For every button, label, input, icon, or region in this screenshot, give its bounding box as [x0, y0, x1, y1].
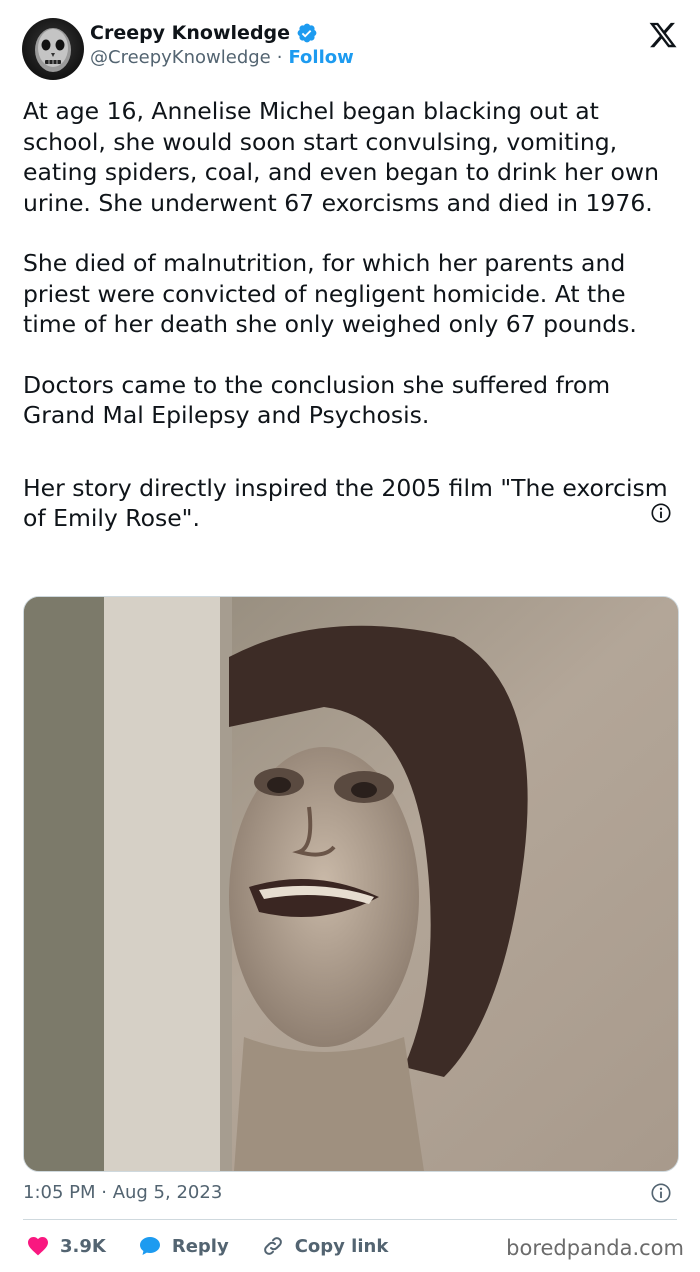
author-info: Creepy Knowledge @CreepyKnowledge · Foll… [90, 22, 354, 68]
skull-mask-avatar-icon [35, 28, 71, 72]
reply-bubble-icon [139, 1237, 160, 1255]
tweet-paragraph: She died of malnutrition, for which her … [23, 249, 637, 338]
tweet-actions: 3.9K Reply Copy link [26, 1232, 420, 1260]
tweet-header: Creepy Knowledge @CreepyKnowledge · Foll… [22, 18, 682, 80]
author-handle-row: @CreepyKnowledge · Follow [90, 47, 354, 68]
info-icon[interactable] [650, 502, 672, 524]
author-display-name[interactable]: Creepy Knowledge [90, 22, 290, 44]
tweet-body: At age 16, Annelise Michel began blackin… [23, 96, 683, 534]
author-handle[interactable]: @CreepyKnowledge [90, 47, 271, 68]
tweet-paragraph: At age 16, Annelise Michel began blackin… [23, 97, 660, 217]
watermark: boredpanda.com [506, 1236, 684, 1260]
link-icon [263, 1237, 282, 1255]
x-logo-icon[interactable] [648, 20, 678, 50]
author-avatar[interactable] [22, 18, 84, 80]
tweet-paragraph: Her story directly inspired the 2005 fil… [23, 473, 668, 533]
heart-icon [28, 1237, 48, 1256]
copy-link-button[interactable]: Copy link [261, 1234, 389, 1258]
divider [23, 1219, 677, 1220]
photo-image [24, 597, 678, 1171]
info-icon[interactable] [650, 1182, 672, 1204]
follow-button[interactable]: Follow [288, 47, 353, 68]
handle-separator: · [276, 47, 283, 68]
copy-link-label: Copy link [294, 1235, 389, 1257]
likes-count: 3.9K [60, 1235, 106, 1257]
tweet-photo[interactable] [23, 596, 679, 1172]
tweet-paragraph: Doctors came to the conclusion she suffe… [23, 370, 611, 430]
reply-label: Reply [171, 1235, 229, 1257]
author-name-row: Creepy Knowledge [90, 22, 354, 44]
verified-badge-icon [297, 23, 317, 43]
tweet-timestamp[interactable]: 1:05 PM · Aug 5, 2023 [23, 1182, 222, 1203]
reply-button[interactable]: Reply [138, 1234, 229, 1258]
like-button[interactable]: 3.9K [26, 1234, 106, 1258]
